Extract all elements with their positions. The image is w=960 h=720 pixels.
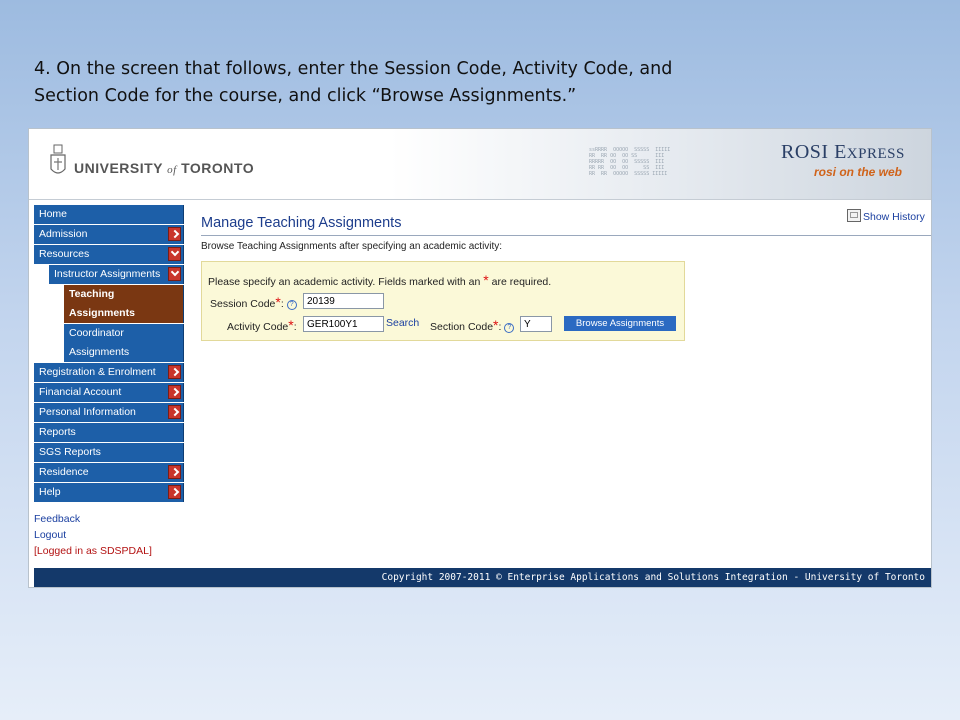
page-subtitle: Browse Teaching Assignments after specif… <box>201 241 503 252</box>
required-marker: * <box>483 272 489 288</box>
sidebar-item-reports[interactable]: Reports <box>34 423 184 442</box>
browse-assignments-button[interactable]: Browse Assignments <box>564 316 676 331</box>
help-icon[interactable]: ? <box>504 323 515 333</box>
university-crest-icon <box>50 144 66 174</box>
chevron-down-icon[interactable] <box>168 247 181 261</box>
sidebar-item-resources[interactable]: Resources <box>34 245 184 264</box>
show-history-link[interactable]: Show History <box>847 209 925 223</box>
page-header: UNIVERSITY of TORONTO ssRRRR OOOOO SSSSS… <box>29 129 931 200</box>
sidebar-item-coordinator-assignments[interactable]: Coordinator Assignments <box>64 324 184 362</box>
help-icon[interactable]: ? <box>286 300 297 310</box>
section-code-label: Section Code*: ? <box>430 317 515 333</box>
chevron-right-icon[interactable] <box>168 385 181 399</box>
section-code-input[interactable] <box>520 316 552 332</box>
chevron-down-icon[interactable] <box>168 267 181 281</box>
form-instructions: Please specify an academic activity. Fie… <box>208 272 552 288</box>
sidebar-item-help[interactable]: Help <box>34 483 184 502</box>
sidebar-item-home[interactable]: Home <box>34 205 184 224</box>
header-decoration: ssRRRR OOOOO SSSSS IIIII RR RR OO OO SS … <box>589 147 671 177</box>
activity-code-label: Activity Code*: <box>227 317 297 333</box>
activity-search-link[interactable]: Search <box>386 317 419 329</box>
logged-in-status: [Logged in as SDSPDAL] <box>34 545 152 557</box>
instruction-text: 4. On the screen that follows, enter the… <box>34 56 914 110</box>
sidebar-item-financial-account[interactable]: Financial Account <box>34 383 184 402</box>
sidebar-item-admission[interactable]: Admission <box>34 225 184 244</box>
instruction-line-1: 4. On the screen that follows, enter the… <box>34 59 673 79</box>
sidebar-item-instructor-assignments[interactable]: Instructor Assignments <box>49 265 184 284</box>
chevron-right-icon[interactable] <box>168 465 181 479</box>
chevron-right-icon[interactable] <box>168 405 181 419</box>
sidebar-item-personal-information[interactable]: Personal Information <box>34 403 184 422</box>
session-code-label: Session Code*: ? <box>210 294 297 310</box>
sidebar-item-teaching-assignments[interactable]: Teaching Assignments <box>64 285 184 323</box>
chevron-right-icon[interactable] <box>168 227 181 241</box>
history-icon[interactable] <box>847 209 861 222</box>
activity-form-panel: Please specify an academic activity. Fie… <box>201 261 685 341</box>
university-logo: UNIVERSITY of TORONTO <box>74 160 255 176</box>
page-footer: Copyright 2007-2011 © Enterprise Applica… <box>34 568 931 587</box>
app-subtitle: rosi on the web <box>814 165 903 179</box>
sidebar-links: Feedback Logout [Logged in as SDSPDAL] <box>34 511 152 559</box>
instruction-line-2: Section Code for the course, and click “… <box>34 86 577 106</box>
page-title: Manage Teaching Assignments <box>201 215 402 231</box>
logout-link[interactable]: Logout <box>34 527 152 543</box>
session-code-input[interactable] <box>303 293 384 309</box>
sidebar-item-registration[interactable]: Registration & Enrolment <box>34 363 184 382</box>
sidebar-item-sgs-reports[interactable]: SGS Reports <box>34 443 184 462</box>
chevron-right-icon[interactable] <box>168 485 181 499</box>
rosi-screenshot: UNIVERSITY of TORONTO ssRRRR OOOOO SSSSS… <box>28 128 932 588</box>
sidebar-item-residence[interactable]: Residence <box>34 463 184 482</box>
app-title: ROSI EXPRESS <box>781 141 905 163</box>
sidebar-nav: Home Admission Resources Instructor Assi… <box>34 205 184 503</box>
chevron-right-icon[interactable] <box>168 365 181 379</box>
title-divider <box>201 235 931 236</box>
feedback-link[interactable]: Feedback <box>34 511 152 527</box>
activity-code-input[interactable] <box>303 316 384 332</box>
